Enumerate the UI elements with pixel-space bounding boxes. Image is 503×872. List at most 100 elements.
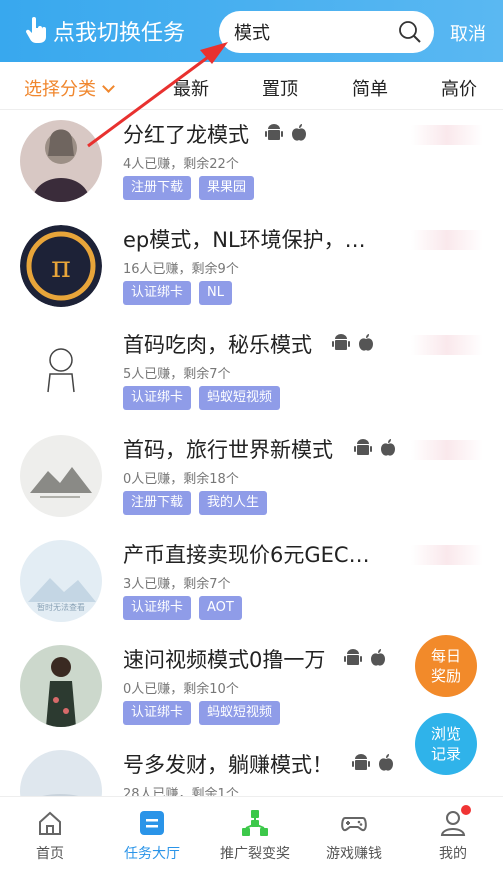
- task-tag: 果果园: [199, 176, 255, 200]
- task-title: 产币直接卖现价6元GEC…: [123, 543, 370, 567]
- network-share-icon: [242, 810, 268, 836]
- task-tag: 认证绑卡: [123, 386, 192, 410]
- task-avatar: [20, 120, 102, 202]
- task-tags: 注册下载 果果园: [123, 176, 255, 200]
- browse-record-button[interactable]: 浏览 记录: [415, 713, 477, 775]
- task-item[interactable]: 分红了龙模式 4人已赚，剩余22个 注册下载 果果园: [0, 115, 503, 220]
- task-meta: 0人已赚，剩余18个: [123, 472, 239, 487]
- switch-task-label: 点我切换任务: [53, 21, 186, 46]
- task-tag: 我的人生: [199, 491, 268, 515]
- daily-reward-button[interactable]: 每日 奖励: [415, 635, 477, 697]
- android-icon: [332, 334, 350, 350]
- task-avatar: 暂时无法查看: [20, 540, 102, 622]
- task-item[interactable]: 暂时无法查看 产币直接卖现价6元GEC… 3人已赚，剩余7个 认证绑卡 AOT: [0, 535, 503, 640]
- filter-category-label: 选择分类: [24, 79, 96, 100]
- apple-icon: [379, 754, 393, 771]
- platform-icons: [265, 123, 307, 143]
- task-avatar: [20, 435, 102, 517]
- tab-game-earn[interactable]: 游戏赚钱: [304, 803, 404, 863]
- search-input[interactable]: [234, 21, 394, 43]
- task-list-icon: [140, 811, 164, 835]
- home-icon: [39, 811, 61, 835]
- task-item[interactable]: 首码，旅行世界新模式 0人已赚，剩余18个 注册下载 我的人生: [0, 430, 503, 535]
- reward-price-blurred: [411, 545, 483, 565]
- browse-record-label: 浏览 记录: [430, 725, 461, 763]
- task-meta: 3人已赚，剩余7个: [123, 577, 231, 592]
- notification-dot: [461, 805, 471, 815]
- task-meta: 4人已赚，剩余22个: [123, 157, 239, 172]
- android-icon: [265, 124, 283, 140]
- apple-icon: [371, 649, 385, 666]
- task-search-page: 点我切换任务 取消 选择分类 最新 置顶 简单 高价: [0, 0, 503, 872]
- task-tags: 认证绑卡 蚂蚁短视频: [123, 386, 281, 410]
- task-title: 分红了龙模式: [123, 123, 249, 147]
- chevron-down-icon: [102, 80, 115, 93]
- task-tag: 蚂蚁短视频: [199, 701, 281, 725]
- filter-simple[interactable]: 简单: [352, 75, 388, 101]
- reward-price-blurred: [411, 440, 483, 460]
- apple-icon: [292, 124, 306, 141]
- cancel-button[interactable]: 取消: [450, 20, 486, 46]
- platform-icons: [352, 753, 394, 773]
- platform-icons: [344, 648, 386, 668]
- tab-mine[interactable]: 我的: [403, 803, 503, 863]
- platform-icons: [332, 333, 374, 353]
- task-meta: 5人已赚，剩余7个: [123, 367, 231, 382]
- task-avatar: [20, 330, 102, 412]
- task-tags: 认证绑卡 蚂蚁短视频: [123, 701, 281, 725]
- tab-game-earn-label: 游戏赚钱: [326, 846, 382, 862]
- task-tag: 认证绑卡: [123, 701, 192, 725]
- filter-category[interactable]: 选择分类: [24, 75, 115, 101]
- task-title: 首码，旅行世界新模式: [123, 438, 333, 462]
- task-list: 分红了龙模式 4人已赚，剩余22个 注册下载 果果园 π ep模式，NL环境保护…: [0, 110, 503, 796]
- avatar-caption: 暂时无法查看: [37, 602, 85, 612]
- android-icon: [352, 754, 370, 770]
- task-tag: 认证绑卡: [123, 596, 192, 620]
- task-title: ep模式，NL环境保护，…: [123, 228, 366, 252]
- tab-task-hall-label: 任务大厅: [124, 846, 180, 862]
- top-header: 点我切换任务 取消: [0, 0, 503, 62]
- filter-high-price[interactable]: 高价: [441, 75, 477, 101]
- tab-home[interactable]: 首页: [0, 803, 100, 863]
- task-meta: 0人已赚，剩余10个: [123, 682, 239, 697]
- task-tags: 认证绑卡 AOT: [123, 596, 242, 620]
- task-tag: 注册下载: [123, 491, 192, 515]
- task-item[interactable]: 首码吃肉，秘乐模式 5人已赚，剩余7个 认证绑卡 蚂蚁短视频: [0, 325, 503, 430]
- tab-task-hall[interactable]: 任务大厅: [102, 803, 202, 863]
- task-tag: 认证绑卡: [123, 281, 192, 305]
- task-tags: 认证绑卡 NL: [123, 281, 232, 305]
- task-tag: 注册下载: [123, 176, 192, 200]
- task-tags: 注册下载 我的人生: [123, 491, 268, 515]
- filter-latest[interactable]: 最新: [173, 75, 209, 101]
- android-icon: [354, 439, 372, 455]
- task-item[interactable]: π ep模式，NL环境保护，… 16人已赚，剩余9个 认证绑卡 NL: [0, 220, 503, 325]
- task-tag: AOT: [199, 596, 242, 620]
- filter-pinned[interactable]: 置顶: [262, 75, 298, 101]
- search-icon[interactable]: [398, 20, 422, 44]
- task-avatar: π: [20, 225, 102, 307]
- task-avatar: [20, 750, 102, 796]
- gamepad-icon: [341, 817, 367, 832]
- android-icon: [344, 649, 362, 665]
- reward-price-blurred: [411, 230, 483, 250]
- search-box[interactable]: [219, 11, 434, 53]
- switch-task-button[interactable]: 点我切换任务: [25, 14, 185, 48]
- svg-text:π: π: [51, 250, 71, 285]
- task-tag: 蚂蚁短视频: [199, 386, 281, 410]
- reward-price-blurred: [411, 125, 483, 145]
- hand-pointer-icon: [25, 17, 46, 43]
- tab-referral-bonus[interactable]: 推广裂变奖: [205, 803, 305, 863]
- apple-icon: [359, 334, 373, 351]
- bottom-tab-bar: 首页 任务大厅 推广裂变奖 游戏赚钱 我的: [0, 796, 503, 872]
- filter-bar: 选择分类 最新 置顶 简单 高价: [0, 62, 503, 110]
- task-tag: NL: [199, 281, 232, 305]
- reward-price-blurred: [411, 335, 483, 355]
- apple-icon: [381, 439, 395, 456]
- task-meta: 28人已赚，剩余1个: [123, 787, 239, 796]
- task-meta: 16人已赚，剩余9个: [123, 262, 239, 277]
- tab-referral-bonus-label: 推广裂变奖: [220, 846, 290, 862]
- tab-home-label: 首页: [36, 846, 64, 862]
- platform-icons: [354, 438, 396, 458]
- daily-reward-label: 每日 奖励: [430, 647, 461, 685]
- tab-mine-label: 我的: [439, 846, 467, 862]
